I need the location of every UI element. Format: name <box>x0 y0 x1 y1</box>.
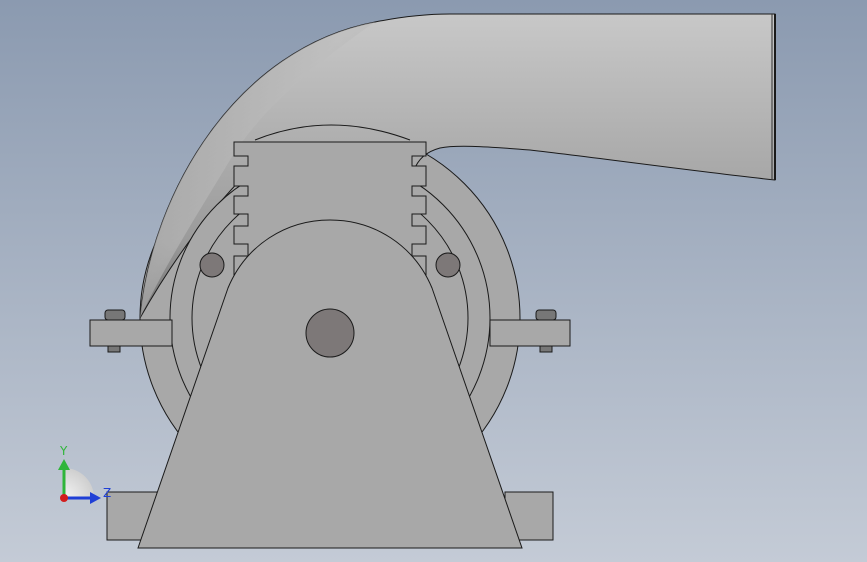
bolt-nut-left-bottom <box>107 345 121 353</box>
cad-viewport[interactable]: Y Z <box>0 0 867 562</box>
flange-left <box>89 319 173 347</box>
flange-right <box>489 319 571 347</box>
bolt-head-right-top <box>535 309 557 321</box>
shaft-hole <box>305 308 355 358</box>
mount-hole-left <box>199 252 225 278</box>
bolt-head-left-top <box>104 309 126 321</box>
model-view[interactable]: Y Z <box>0 0 867 562</box>
bolt-nut-right-bottom <box>539 345 553 353</box>
z-axis-label: Z <box>103 486 111 500</box>
y-axis-label: Y <box>59 444 68 458</box>
triad-origin <box>60 494 68 502</box>
mount-hole-right <box>435 252 461 278</box>
